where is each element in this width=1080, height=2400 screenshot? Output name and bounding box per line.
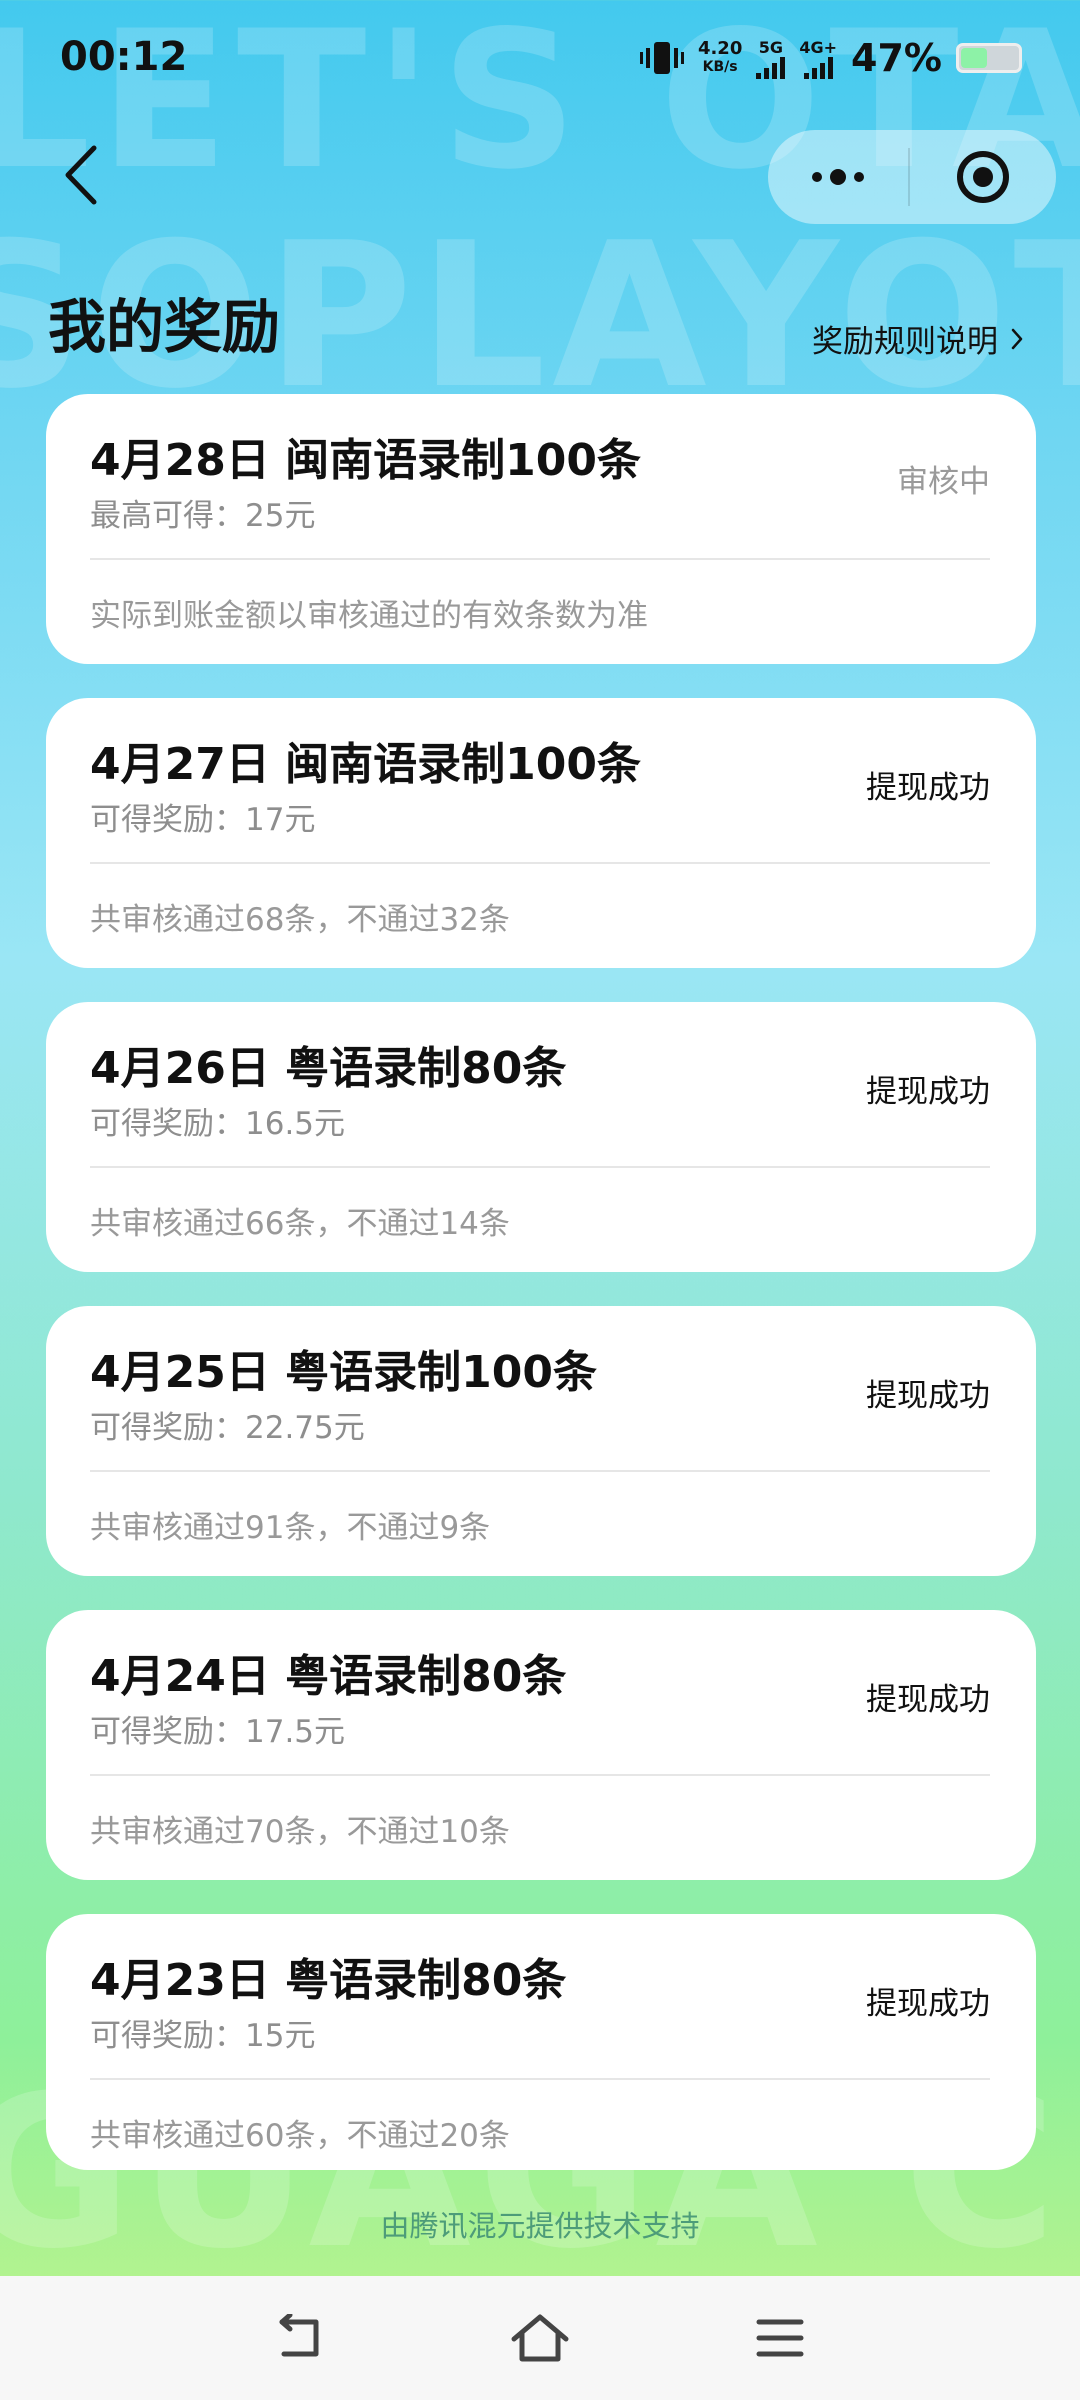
back-button[interactable] bbox=[60, 140, 110, 210]
status-icons: 4.20 KB/s 5G 4G+ 47% bbox=[639, 36, 1022, 80]
network-type-5g: 5G bbox=[758, 37, 783, 57]
home-icon bbox=[511, 2314, 569, 2362]
menu-icon bbox=[756, 2319, 804, 2357]
reward-amount: 最高可得：25元 bbox=[90, 498, 316, 534]
reward-card[interactable]: 4月25日 粤语录制100条 可得奖励：22.75元 提现成功 共审核通过91条… bbox=[46, 1306, 1036, 1576]
target-close-icon bbox=[957, 151, 1009, 203]
system-nav-bar bbox=[0, 2276, 1080, 2400]
reward-list: 4月28日 闽南语录制100条 最高可得：25元 审核中 实际到账金额以审核通过… bbox=[46, 394, 1036, 2204]
reward-note: 共审核通过68条，不通过32条 bbox=[90, 902, 510, 938]
divider bbox=[90, 1166, 990, 1168]
reward-card[interactable]: 4月28日 闽南语录制100条 最高可得：25元 审核中 实际到账金额以审核通过… bbox=[46, 394, 1036, 664]
chevron-right-icon bbox=[1011, 328, 1023, 349]
chevron-left-icon bbox=[65, 145, 97, 205]
divider bbox=[90, 1774, 990, 1776]
reward-title: 4月28日 闽南语录制100条 bbox=[90, 435, 642, 486]
reward-title: 4月27日 闽南语录制100条 bbox=[90, 739, 642, 790]
close-button[interactable] bbox=[910, 130, 1056, 224]
speed-value: 4.20 bbox=[697, 38, 743, 59]
status-badge: 提现成功 bbox=[866, 770, 990, 806]
reward-card[interactable]: 4月27日 闽南语录制100条 可得奖励：17元 提现成功 共审核通过68条，不… bbox=[46, 698, 1036, 968]
network-type-4g: 4G+ bbox=[799, 37, 838, 57]
reward-title: 4月25日 粤语录制100条 bbox=[90, 1347, 598, 1398]
signal-4g: 4G+ bbox=[799, 38, 837, 79]
reward-note: 实际到账金额以审核通过的有效条数为准 bbox=[90, 598, 648, 634]
status-badge: 提现成功 bbox=[866, 1074, 990, 1110]
speed-unit: KB/s bbox=[702, 59, 738, 75]
reward-amount: 可得奖励：17.5元 bbox=[90, 1714, 346, 1750]
reward-card[interactable]: 4月23日 粤语录制80条 可得奖励：15元 提现成功 共审核通过60条，不通过… bbox=[46, 1914, 1036, 2170]
reward-card[interactable]: 4月24日 粤语录制80条 可得奖励：17.5元 提现成功 共审核通过70条，不… bbox=[46, 1610, 1036, 1880]
system-back-button[interactable] bbox=[268, 2306, 332, 2370]
reward-note: 共审核通过70条，不通过10条 bbox=[90, 1814, 510, 1850]
status-badge: 提现成功 bbox=[866, 1682, 990, 1718]
reward-amount: 可得奖励：16.5元 bbox=[90, 1106, 346, 1142]
reward-card[interactable]: 4月26日 粤语录制80条 可得奖励：16.5元 提现成功 共审核通过66条，不… bbox=[46, 1002, 1036, 1272]
reward-note: 共审核通过91条，不通过9条 bbox=[90, 1510, 491, 1546]
divider bbox=[90, 558, 990, 560]
system-menu-button[interactable] bbox=[748, 2306, 812, 2370]
divider bbox=[90, 862, 990, 864]
more-button[interactable] bbox=[768, 130, 908, 224]
status-badge: 提现成功 bbox=[866, 1986, 990, 2022]
powered-by-text: 由腾讯混元提供技术支持 bbox=[380, 2209, 700, 2243]
signal-bars-icon bbox=[803, 56, 833, 79]
battery-percent: 47% bbox=[851, 36, 942, 80]
reward-rules-link[interactable]: 奖励规则说明 bbox=[812, 316, 1024, 361]
status-time: 00:12 bbox=[60, 34, 188, 80]
status-badge: 审核中 bbox=[897, 464, 990, 500]
status-badge: 提现成功 bbox=[866, 1378, 990, 1414]
reward-title: 4月23日 粤语录制80条 bbox=[90, 1955, 567, 2006]
signal-bars-icon bbox=[756, 56, 786, 79]
reward-note: 共审核通过66条，不通过14条 bbox=[90, 1206, 510, 1242]
status-bar: 00:12 4.20 KB/s 5G 4G+ 47% bbox=[0, 0, 1080, 120]
divider bbox=[90, 1470, 990, 1472]
mini-program-capsule bbox=[768, 130, 1056, 224]
divider bbox=[90, 2078, 990, 2080]
vibrate-icon bbox=[639, 42, 684, 74]
reward-amount: 可得奖励：15元 bbox=[90, 2018, 316, 2054]
reward-amount: 可得奖励：17元 bbox=[90, 802, 316, 838]
reward-rules-label: 奖励规则说明 bbox=[812, 324, 998, 360]
network-speed: 4.20 KB/s bbox=[698, 39, 742, 77]
system-home-button[interactable] bbox=[508, 2306, 572, 2370]
reward-note: 共审核通过60条，不通过20条 bbox=[90, 2118, 510, 2154]
page-title: 我的奖励 bbox=[48, 293, 281, 361]
more-dots-icon bbox=[812, 169, 864, 185]
signal-5g: 5G bbox=[756, 37, 786, 79]
reward-title: 4月24日 粤语录制80条 bbox=[90, 1651, 567, 1702]
reward-amount: 可得奖励：22.75元 bbox=[90, 1410, 365, 1446]
reward-title: 4月26日 粤语录制80条 bbox=[90, 1043, 567, 1094]
return-icon bbox=[279, 2314, 319, 2357]
battery-icon bbox=[956, 43, 1022, 73]
